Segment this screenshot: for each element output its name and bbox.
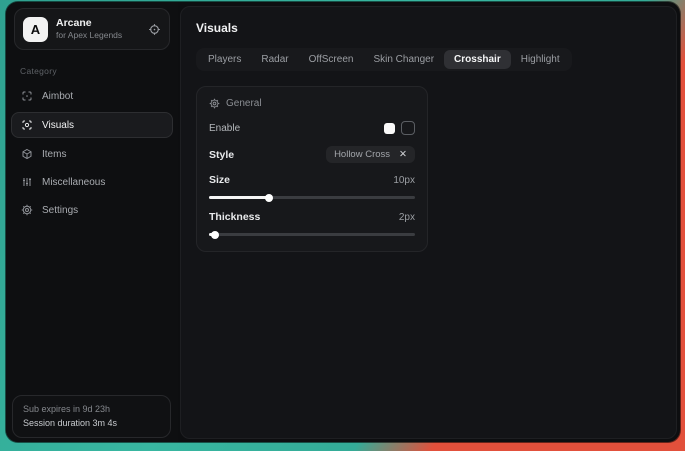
slider-thumb[interactable] bbox=[211, 231, 219, 239]
general-gear-icon bbox=[209, 98, 220, 109]
size-label: Size bbox=[209, 174, 230, 186]
thickness-row: Thickness 2px bbox=[209, 211, 415, 223]
app-window: A Arcane for Apex Legends Category bbox=[6, 2, 680, 442]
sidebar-item-visuals[interactable]: Visuals bbox=[11, 112, 173, 138]
thickness-value: 2px bbox=[399, 212, 415, 223]
enable-controls bbox=[384, 121, 415, 135]
slider-fill bbox=[209, 196, 269, 199]
category-label: Category bbox=[20, 66, 178, 76]
sidebar-item-label: Visuals bbox=[42, 120, 74, 131]
slider-thumb[interactable] bbox=[265, 194, 273, 202]
slider-track bbox=[209, 233, 415, 236]
size-value: 10px bbox=[393, 175, 415, 186]
style-selected-value: Hollow Cross bbox=[334, 149, 390, 160]
tab-highlight[interactable]: Highlight bbox=[511, 50, 570, 69]
eye-scan-icon bbox=[21, 119, 33, 131]
style-label: Style bbox=[209, 149, 234, 161]
sidebar-item-label: Settings bbox=[42, 205, 78, 216]
general-panel-header: General bbox=[209, 98, 415, 109]
page-title: Visuals bbox=[196, 21, 676, 35]
sidebar-item-settings[interactable]: Settings bbox=[11, 198, 173, 222]
tab-skin-changer[interactable]: Skin Changer bbox=[363, 50, 444, 69]
style-row: Style Hollow Cross ✕ bbox=[209, 146, 415, 163]
brand-subtitle: for Apex Legends bbox=[56, 30, 140, 41]
sliders-icon bbox=[21, 176, 33, 188]
style-select[interactable]: Hollow Cross ✕ bbox=[326, 146, 415, 163]
enable-label: Enable bbox=[209, 123, 240, 134]
main-content: Visuals Players Radar OffScreen Skin Cha… bbox=[180, 6, 677, 439]
size-slider[interactable] bbox=[209, 193, 415, 201]
sub-expires-text: Sub expires in 9d 23h bbox=[23, 403, 160, 417]
tab-players[interactable]: Players bbox=[198, 50, 251, 69]
sidebar-item-items[interactable]: Items bbox=[11, 142, 173, 166]
session-duration-text: Session duration 3m 4s bbox=[23, 417, 160, 431]
sidebar-item-aimbot[interactable]: Aimbot bbox=[11, 84, 173, 108]
tab-offscreen[interactable]: OffScreen bbox=[299, 50, 364, 69]
thickness-label: Thickness bbox=[209, 211, 260, 223]
clear-icon[interactable]: ✕ bbox=[399, 149, 407, 160]
enable-color-swatch[interactable] bbox=[384, 123, 395, 134]
crosshair-icon bbox=[21, 90, 33, 102]
thickness-slider[interactable] bbox=[209, 230, 415, 238]
general-panel-title: General bbox=[226, 98, 262, 109]
visuals-tabbar: Players Radar OffScreen Skin Changer Cro… bbox=[196, 48, 572, 71]
sidebar-item-miscellaneous[interactable]: Miscellaneous bbox=[11, 170, 173, 194]
target-icon[interactable] bbox=[148, 23, 161, 36]
general-panel: General Enable Style Hollow Cross ✕ Size… bbox=[196, 86, 428, 252]
sidebar: A Arcane for Apex Legends Category bbox=[6, 2, 178, 442]
gear-icon bbox=[21, 204, 33, 216]
brand-card: A Arcane for Apex Legends bbox=[14, 8, 170, 50]
brand-name: Arcane bbox=[56, 17, 140, 30]
sidebar-item-label: Miscellaneous bbox=[42, 177, 105, 188]
tab-crosshair[interactable]: Crosshair bbox=[444, 50, 511, 69]
app-logo: A bbox=[23, 17, 48, 42]
sidebar-item-label: Items bbox=[42, 149, 66, 160]
size-row: Size 10px bbox=[209, 174, 415, 186]
subscription-info-card: Sub expires in 9d 23h Session duration 3… bbox=[12, 395, 171, 438]
package-icon bbox=[21, 148, 33, 160]
enable-checkbox[interactable] bbox=[401, 121, 415, 135]
category-nav: Aimbot Visuals bbox=[6, 84, 178, 222]
brand-text: Arcane for Apex Legends bbox=[56, 17, 140, 41]
tab-radar[interactable]: Radar bbox=[251, 50, 298, 69]
enable-row: Enable bbox=[209, 121, 415, 135]
sidebar-item-label: Aimbot bbox=[42, 91, 73, 102]
